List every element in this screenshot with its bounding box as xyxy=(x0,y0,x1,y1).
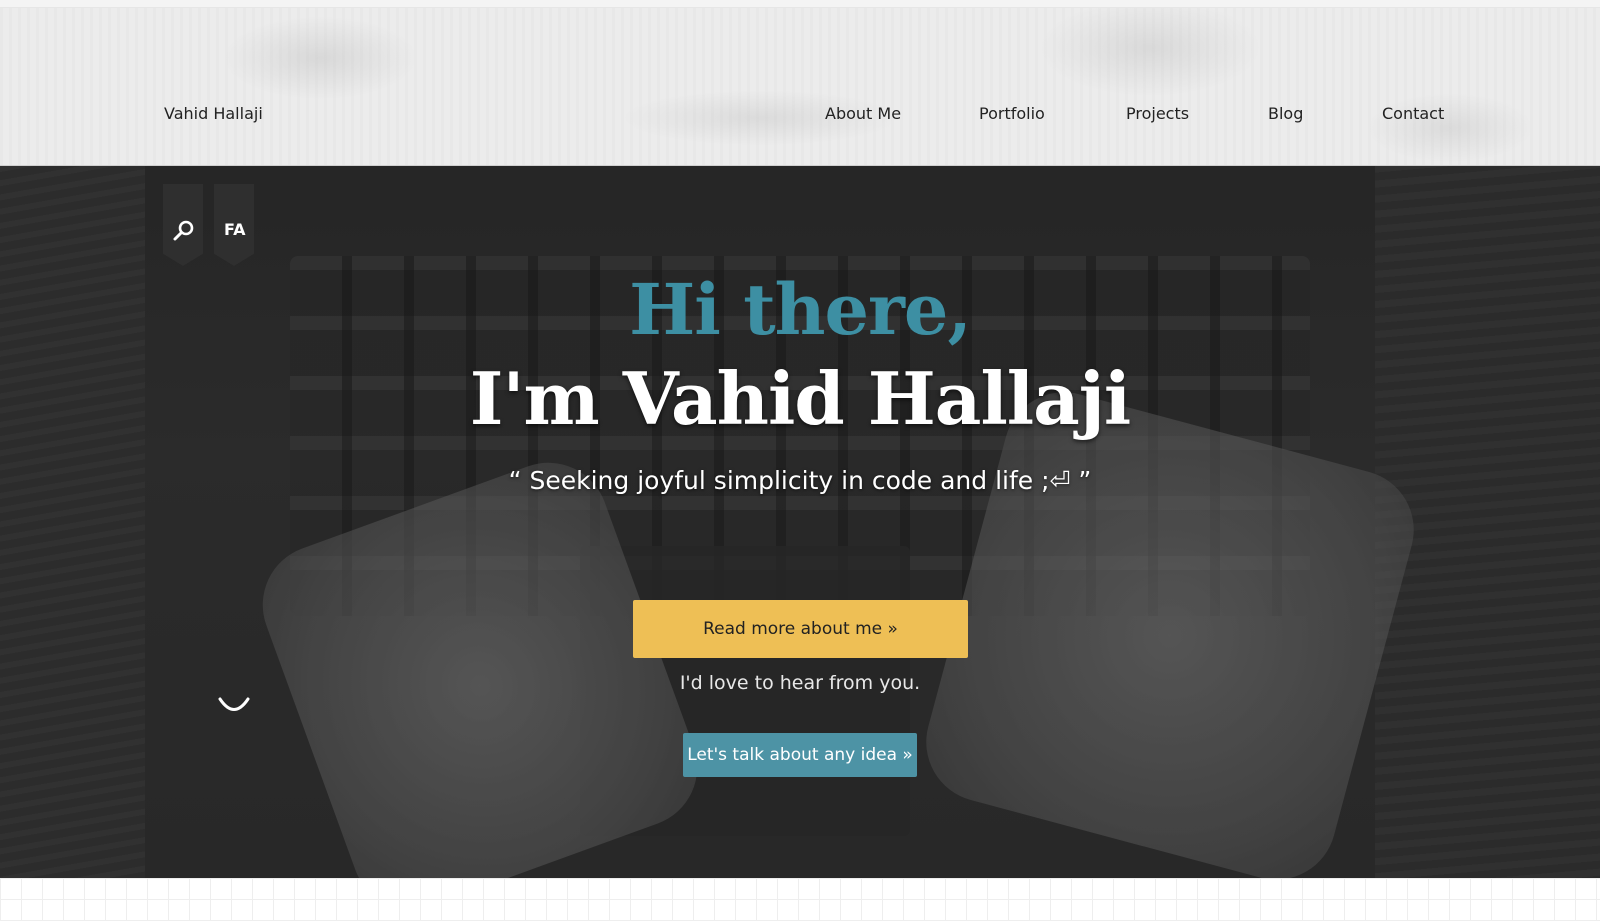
hero-tagline: “ Seeking joyful simplicity in code and … xyxy=(508,466,1092,495)
below-hero-grid-section xyxy=(0,878,1600,921)
hero-name-heading: I'm Vahid Hallaji xyxy=(469,356,1131,441)
hero-content: Hi there, I'm Vahid Hallaji “ Seeking jo… xyxy=(0,166,1600,878)
site-header: Vahid Hallaji About Me Portfolio Project… xyxy=(0,8,1600,166)
top-strip xyxy=(0,0,1600,8)
nav-blog[interactable]: Blog xyxy=(1268,104,1303,123)
nav-portfolio[interactable]: Portfolio xyxy=(979,104,1045,123)
hero-greeting: Hi there, xyxy=(629,268,972,351)
contact-prompt: I'd love to hear from you. xyxy=(679,672,921,694)
talk-idea-button[interactable]: Let's talk about any idea » xyxy=(683,733,917,777)
main-nav: About Me Portfolio Projects Blog Contact xyxy=(0,104,1600,128)
read-more-button[interactable]: Read more about me » xyxy=(633,600,968,658)
hero-section: FA Hi there, I'm Vahid Hallaji “ Seeking… xyxy=(0,166,1600,878)
nav-contact[interactable]: Contact xyxy=(1382,104,1444,123)
nav-about-me[interactable]: About Me xyxy=(825,104,901,123)
nav-projects[interactable]: Projects xyxy=(1126,104,1189,123)
